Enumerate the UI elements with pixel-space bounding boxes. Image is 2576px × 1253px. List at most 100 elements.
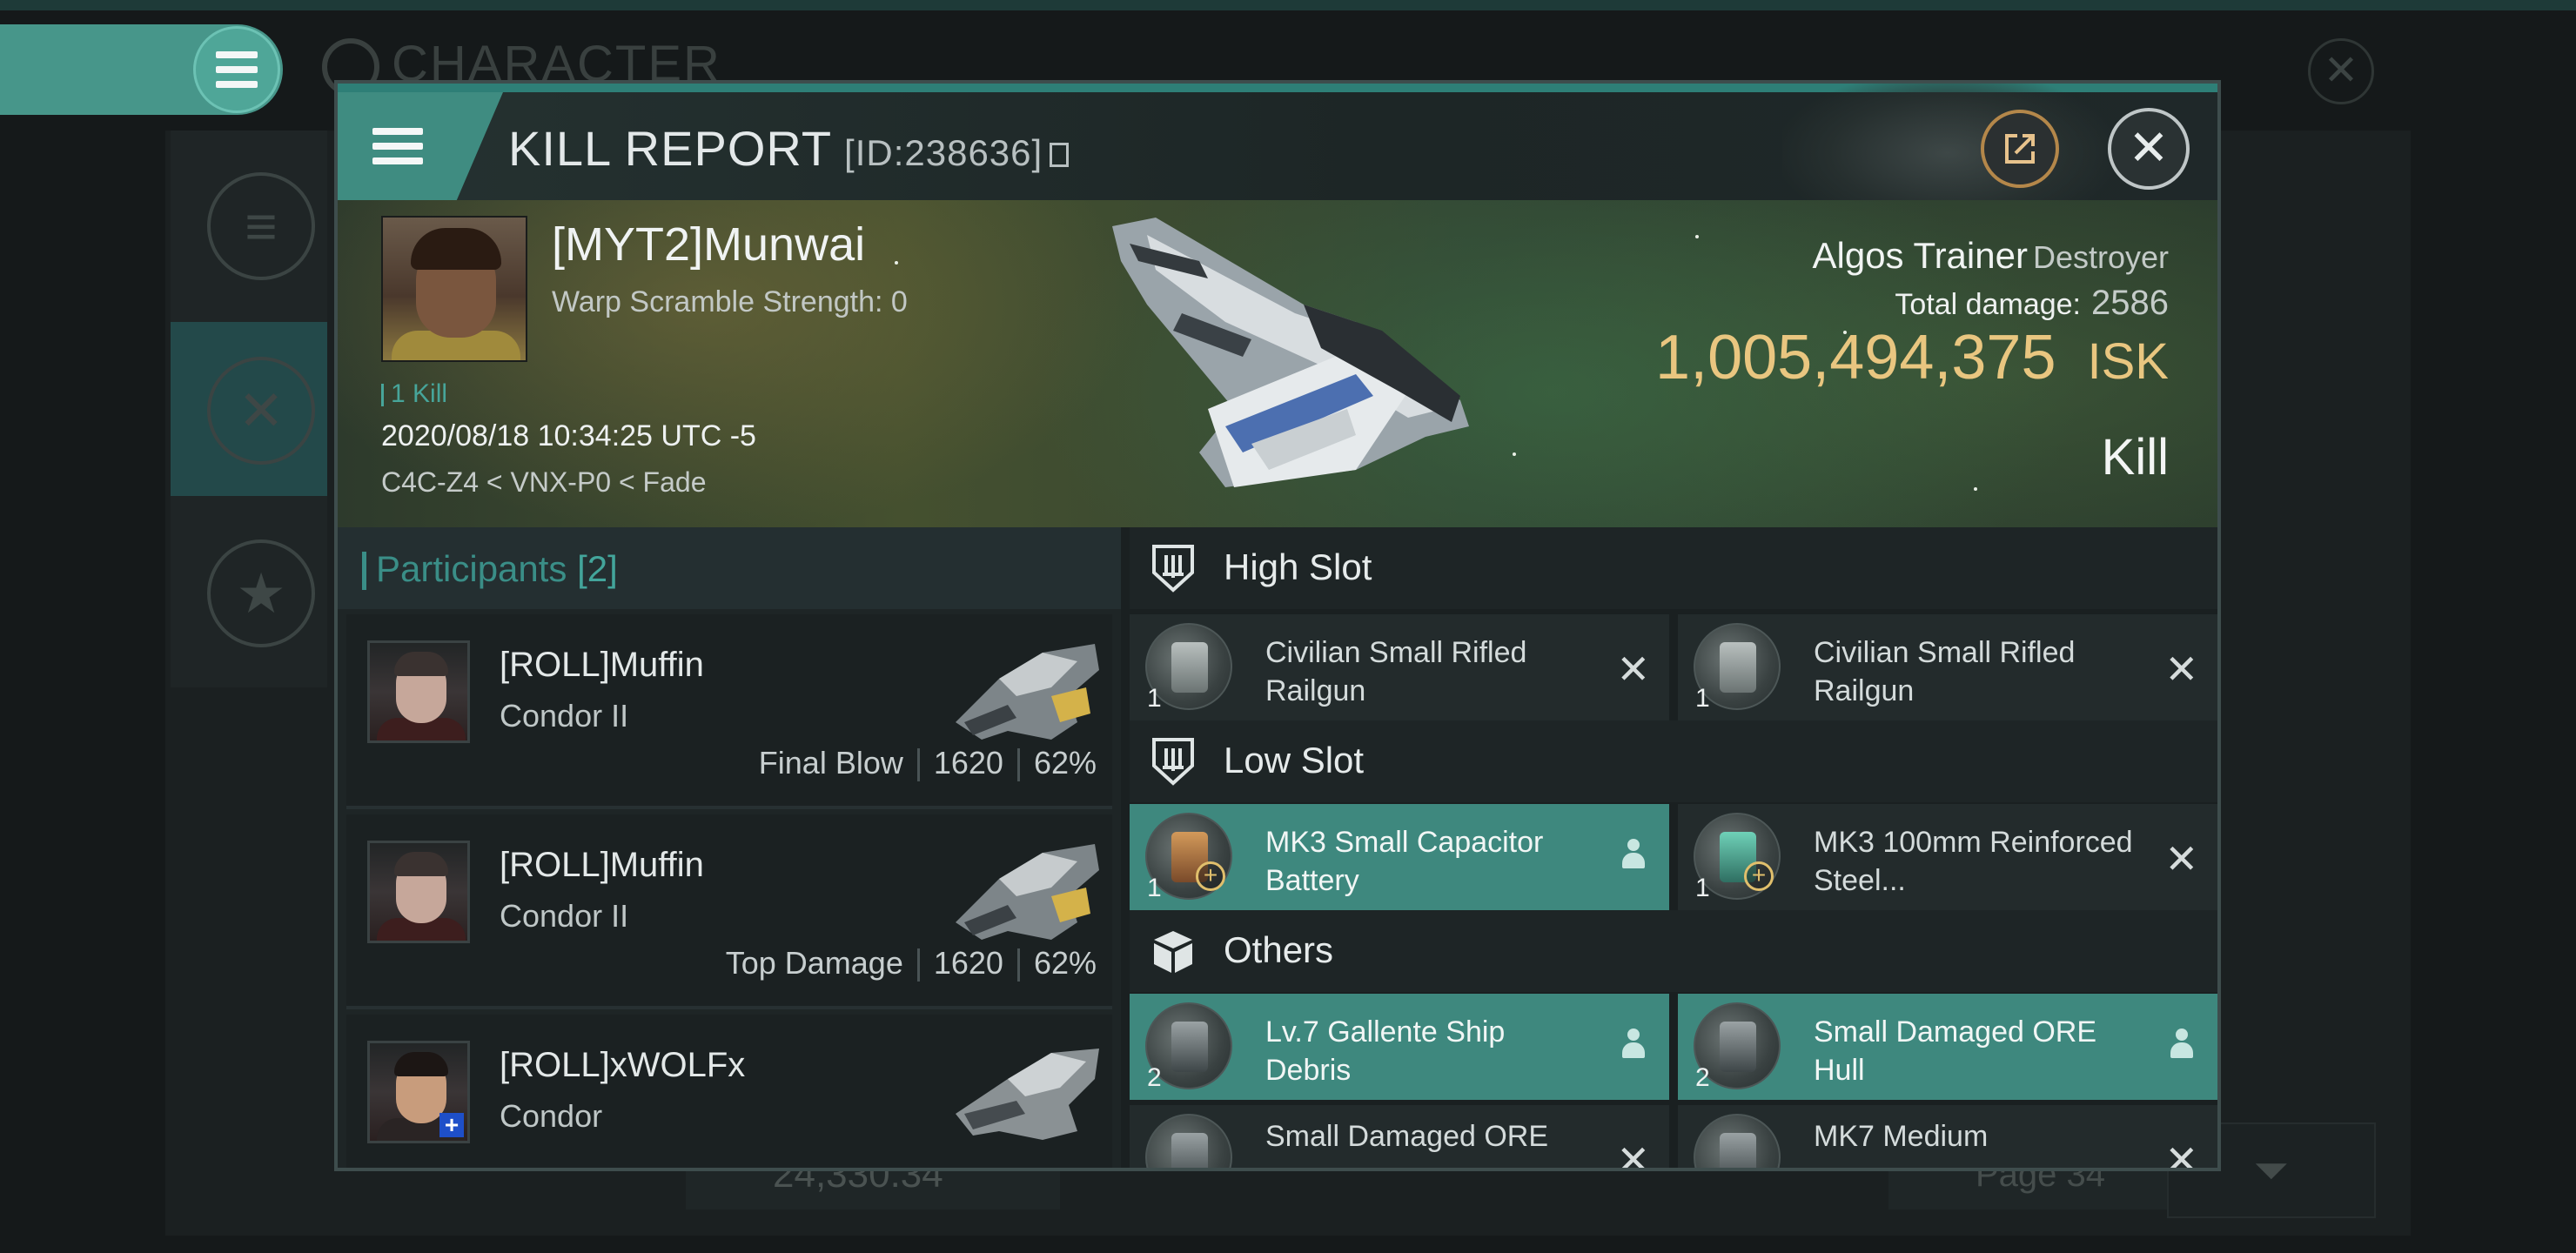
cargo-box-icon xyxy=(1154,931,1192,973)
victim-banner: [MYT2]Munwai Warp Scramble Strength: 0 1… xyxy=(338,200,2217,527)
fitting-item[interactable]: 1 Civilian Small Rifled Railgun ✕ xyxy=(1678,614,2217,720)
destroyed-icon: ✕ xyxy=(1616,1137,1650,1171)
high-slot-header: High Slot xyxy=(1130,527,2217,609)
participant-row[interactable]: + [ROLL]xWOLFx Condor xyxy=(346,1015,1112,1168)
item-name: MK3 Small Capacitor Battery xyxy=(1265,826,1544,897)
share-button[interactable] xyxy=(1981,110,2059,188)
copy-icon[interactable] xyxy=(1050,143,1070,167)
others-label: Others xyxy=(1224,929,1334,970)
background-close-button[interactable]: ✕ xyxy=(2308,38,2374,104)
item-name: Small Damaged ORE Hull xyxy=(1814,1015,2097,1087)
high-slot-label: High Slot xyxy=(1224,546,1372,587)
total-damage: Total damage: 2586 xyxy=(1895,284,2169,323)
low-slot-icon xyxy=(1152,738,1194,786)
participant-ship: Condor II xyxy=(500,898,629,934)
star-decoration xyxy=(1513,452,1516,456)
top-bar-line xyxy=(0,0,2576,10)
hamburger-icon xyxy=(372,128,423,164)
isk-unit: ISK xyxy=(2087,333,2170,390)
destroyed-icon: ✕ xyxy=(1616,647,1650,692)
kill-report-dialog: KILL REPORT [ID:238636] ✕ [MYT2]Munwai Wa… xyxy=(334,80,2221,1171)
participant-avatar[interactable] xyxy=(367,640,470,743)
low-slot-label: Low Slot xyxy=(1224,740,1365,781)
dropped-person-icon xyxy=(1620,839,1647,870)
fitting-item[interactable]: MK7 Medium ✕ xyxy=(1678,1105,2217,1171)
list-icon[interactable]: ≡ xyxy=(207,172,315,280)
main-menu-button[interactable] xyxy=(193,26,280,113)
participant-row[interactable]: [ROLL]Muffin Condor II Final Blow 1620 62% xyxy=(346,614,1112,809)
participant-avatar[interactable] xyxy=(367,841,470,943)
low-slot-header: Low Slot xyxy=(1130,720,2217,802)
item-quantity: 1 xyxy=(1147,684,1162,713)
total-damage-value: 2586 xyxy=(2091,284,2169,322)
warp-scramble-strength: Warp Scramble Strength: 0 xyxy=(552,285,908,318)
fitting-item[interactable]: Small Damaged ORE ✕ xyxy=(1130,1105,1669,1171)
fitting-item[interactable]: 2 Small Damaged ORE Hull xyxy=(1678,994,2217,1100)
item-quantity: 2 xyxy=(1695,1063,1710,1092)
dropped-person-icon xyxy=(1620,1029,1647,1060)
dropped-person-icon xyxy=(2169,1029,2195,1060)
result-label: Kill xyxy=(2101,429,2169,486)
participant-row[interactable]: [ROLL]Muffin Condor II Top Damage 1620 62% xyxy=(346,814,1112,1009)
crossed-swords-icon[interactable]: ✕ xyxy=(207,357,315,465)
close-button[interactable]: ✕ xyxy=(2108,108,2190,190)
others-header: Others xyxy=(1130,910,2217,992)
star-decoration xyxy=(1695,235,1699,238)
participants-label: Participants xyxy=(376,548,567,589)
upgrade-plus-icon: + xyxy=(1196,861,1225,891)
participant-name: [ROLL]Muffin xyxy=(500,646,704,684)
star-decoration xyxy=(895,261,898,265)
star-badge-icon[interactable]: ★ xyxy=(207,539,315,647)
external-link-icon xyxy=(2005,134,2035,164)
participant-percent: 62% xyxy=(1033,945,1097,981)
destroyed-icon: ✕ xyxy=(2164,1137,2198,1171)
fitting-item[interactable]: 2 Lv.7 Gallente Ship Debris xyxy=(1130,994,1669,1100)
participant-damage: 1620 xyxy=(933,745,1003,781)
upgrade-plus-icon: + xyxy=(1744,861,1774,891)
victim-ship-type[interactable]: Algos Trainer Destroyer xyxy=(1813,235,2170,277)
damaged-hull-icon xyxy=(1145,1114,1232,1168)
participant-ship-image xyxy=(956,1049,1099,1140)
isk-value: 1,005,494,375 ISK xyxy=(1655,322,2169,393)
participant-percent: 62% xyxy=(1033,745,1097,781)
item-quantity: 1 xyxy=(1147,874,1162,902)
isk-amount: 1,005,494,375 xyxy=(1655,323,2056,392)
participant-stats: Top Damage 1620 62% xyxy=(726,945,1097,982)
participant-role: Final Blow xyxy=(758,745,903,781)
total-damage-label: Total damage: xyxy=(1895,288,2082,321)
participant-name: [ROLL]xWOLFx xyxy=(500,1046,746,1084)
dialog-header: KILL REPORT [ID:238636] ✕ xyxy=(338,84,2217,231)
destroyed-icon: ✕ xyxy=(2164,647,2198,692)
item-name: MK3 100mm Reinforced Steel... xyxy=(1814,826,2133,897)
star-decoration xyxy=(1974,487,1977,491)
dialog-title-text: KILL REPORT xyxy=(508,121,833,176)
dialog-title: KILL REPORT [ID:238636] xyxy=(508,120,1070,177)
participant-ship-image xyxy=(956,644,1099,740)
kill-location[interactable]: C4C-Z4 < VNX-P0 < Fade xyxy=(381,466,706,499)
victim-ship-image xyxy=(1112,218,1469,487)
report-id: [ID:238636] xyxy=(844,132,1043,173)
fitting-item[interactable]: + 1 MK3 Small Capacitor Battery xyxy=(1130,804,1669,910)
participants-count: [2] xyxy=(577,548,618,589)
kill-datetime: 2020/08/18 10:34:25 UTC -5 xyxy=(381,419,756,452)
fitting-item[interactable]: + 1 MK3 100mm Reinforced Steel... ✕ xyxy=(1678,804,2217,910)
fitting-item[interactable]: 1 Civilian Small Rifled Railgun ✕ xyxy=(1130,614,1669,720)
participants-panel: Participants [2] [ROLL]Muffin Condor II … xyxy=(338,527,1121,1168)
item-quantity: 1 xyxy=(1695,684,1710,713)
ship-name: Algos Trainer xyxy=(1812,235,2028,276)
hamburger-icon xyxy=(216,51,258,88)
victim-name[interactable]: [MYT2]Munwai xyxy=(552,218,865,271)
participant-stats: Final Blow 1620 62% xyxy=(758,745,1097,782)
module-icon xyxy=(1694,1114,1781,1168)
item-name: Small Damaged ORE xyxy=(1265,1120,1549,1153)
victim-avatar[interactable] xyxy=(381,216,527,362)
participant-avatar[interactable]: + xyxy=(367,1041,470,1143)
participants-title: Participants [2] xyxy=(362,548,618,590)
plus-badge-icon: + xyxy=(439,1113,464,1137)
item-quantity: 1 xyxy=(1695,874,1710,902)
ship-class: Destroyer xyxy=(2032,239,2169,275)
participant-role: Top Damage xyxy=(725,945,903,981)
participants-header: Participants [2] xyxy=(338,527,1121,609)
dialog-menu-button[interactable] xyxy=(338,92,503,200)
close-icon: ✕ xyxy=(2128,120,2170,175)
